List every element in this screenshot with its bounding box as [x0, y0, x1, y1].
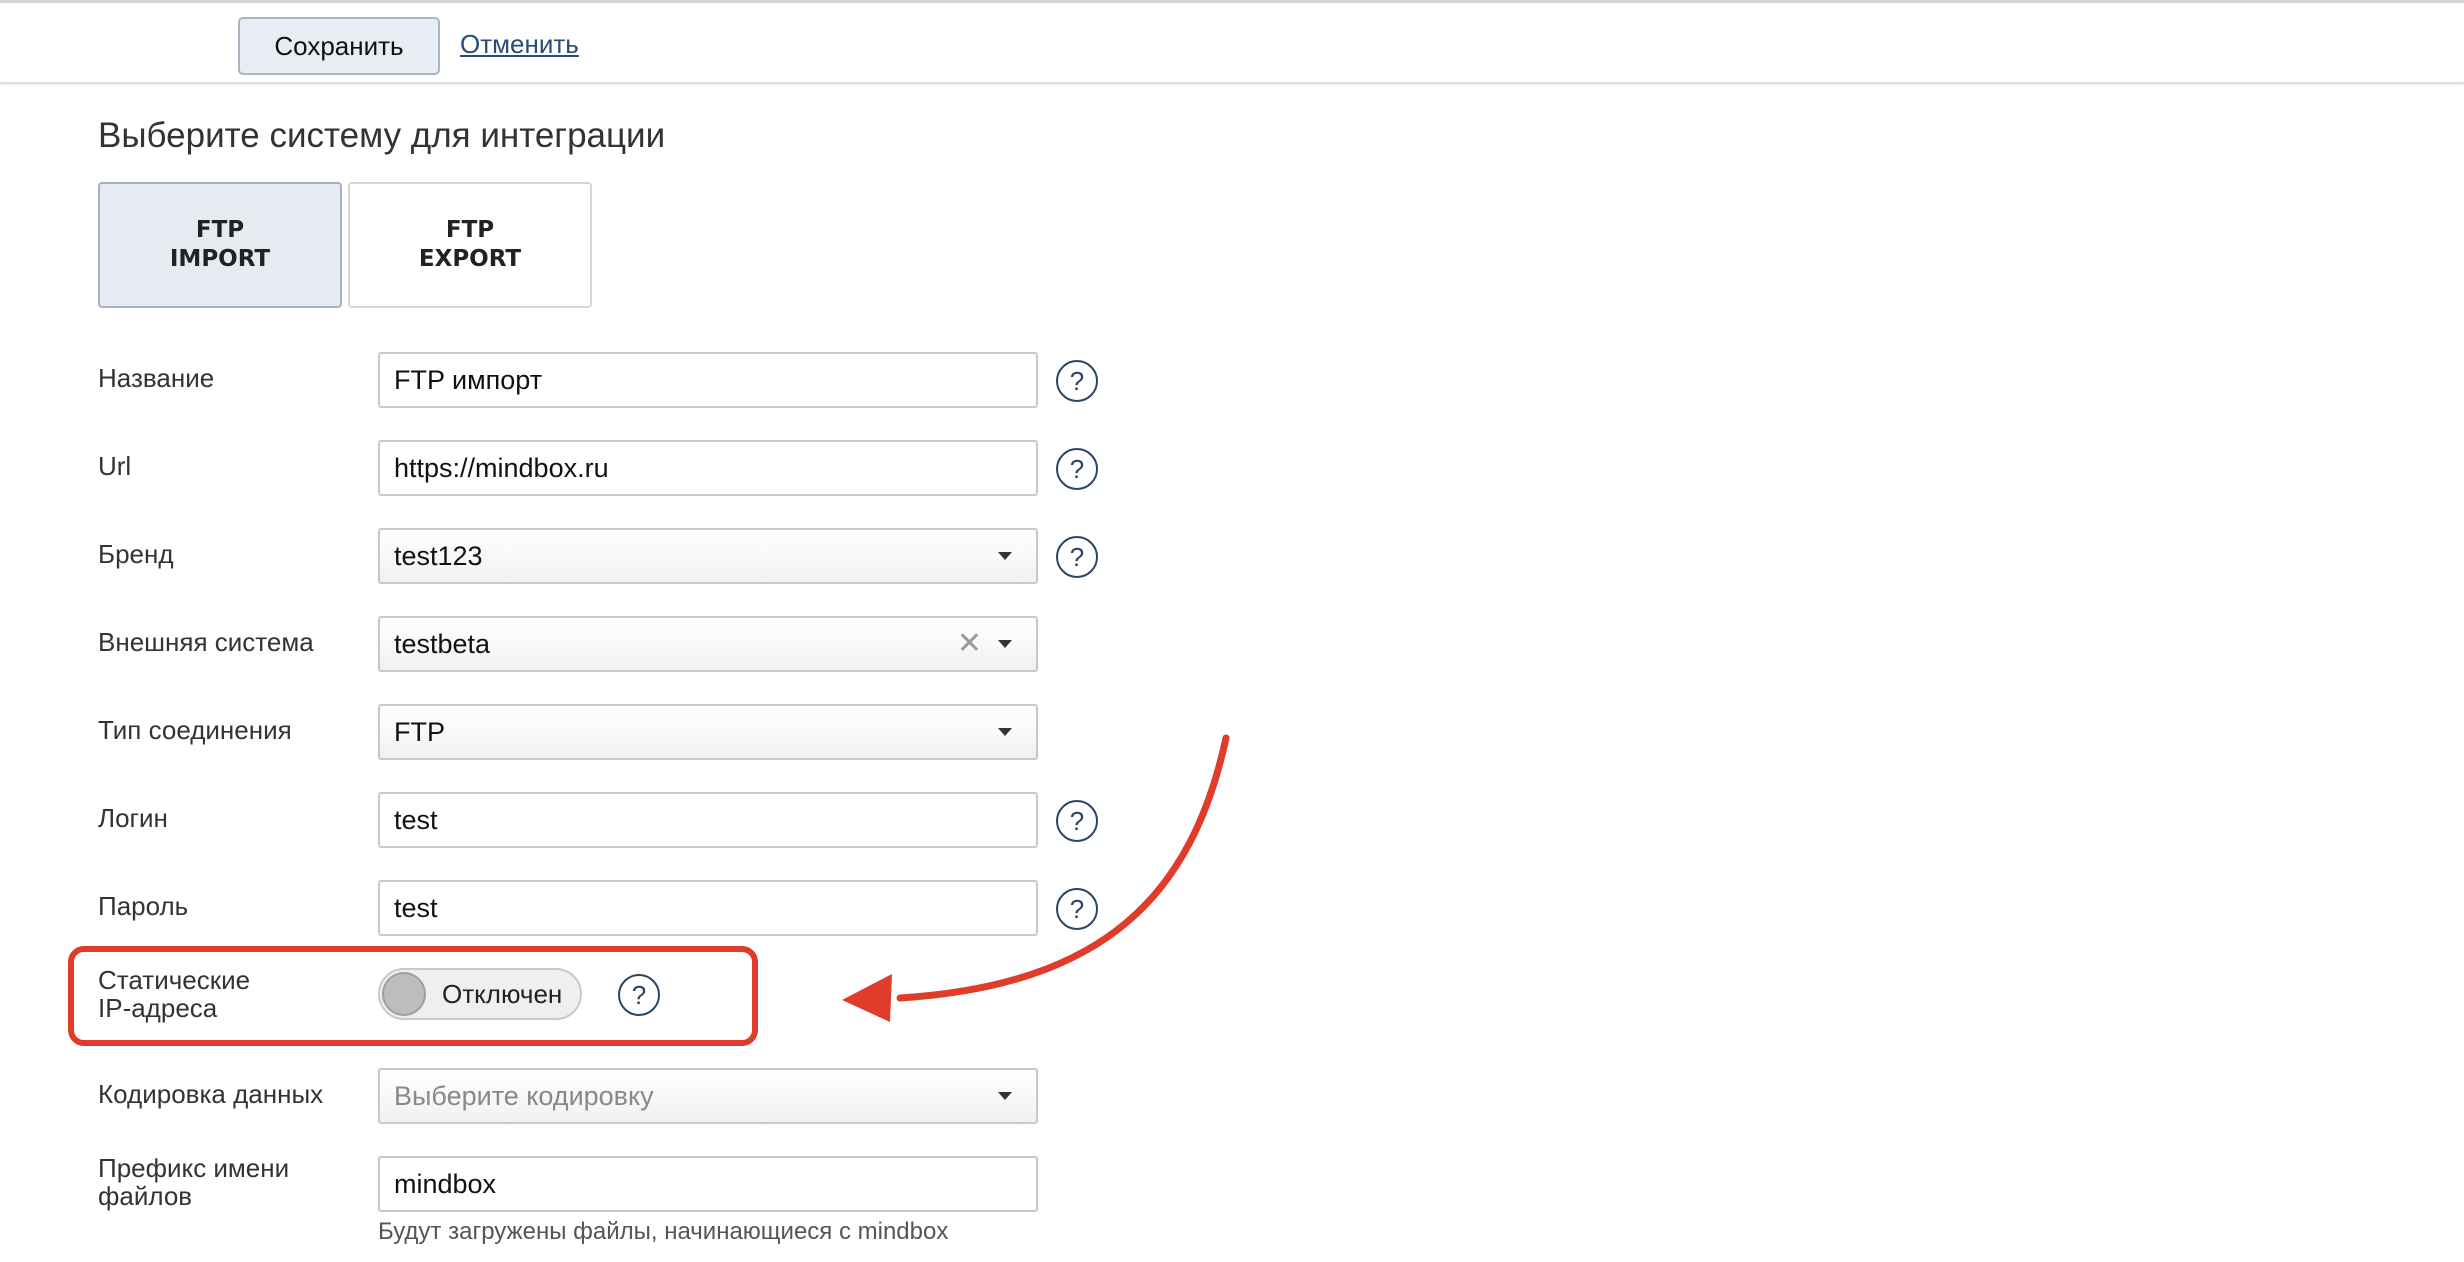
password-label: Пароль — [98, 891, 189, 921]
chevron-down-icon[interactable] — [998, 640, 1012, 648]
chevron-down-icon[interactable] — [998, 552, 1012, 560]
prefix-value: mindbox — [394, 1168, 497, 1199]
external-system-value: testbeta — [394, 628, 491, 659]
url-input[interactable]: https://mindbox.ru — [378, 440, 1038, 496]
prefix-input[interactable]: mindbox — [378, 1156, 1038, 1212]
external-system-label: Внешняя система — [98, 627, 314, 657]
url-value: https://mindbox.ru — [394, 452, 609, 483]
top-toolbar: Сохранить Отменить — [0, 0, 2464, 84]
connection-type-label: Тип соединения — [98, 715, 292, 745]
cancel-link[interactable]: Отменить — [460, 29, 579, 60]
encoding-select[interactable]: Выберите кодировку — [378, 1068, 1038, 1124]
prefix-label-line1: Префикс имени — [98, 1153, 290, 1183]
encoding-placeholder: Выберите кодировку — [394, 1080, 654, 1111]
prefix-label: Префикс имени файлов — [98, 1154, 289, 1210]
name-label: Название — [98, 363, 215, 393]
tile-ftp-import-line1: FTP — [195, 217, 245, 243]
tile-ftp-export[interactable]: FTP EXPORT — [348, 182, 592, 308]
save-button[interactable]: Сохранить — [238, 17, 440, 75]
brand-label: Бренд — [98, 539, 174, 569]
tile-ftp-import-line2: IMPORT — [169, 246, 271, 272]
prefix-hint: Будут загружены файлы, начинающиеся с mi… — [378, 1218, 949, 1245]
annotation-arrow-icon — [842, 734, 1230, 1022]
page: Сохранить Отменить Выберите систему для … — [0, 0, 2464, 1262]
tile-ftp-export-line2: EXPORT — [418, 246, 522, 272]
brand-select[interactable]: test123 — [378, 528, 1038, 584]
prefix-label-line2: файлов — [98, 1181, 193, 1211]
external-system-select[interactable]: testbeta ✕ — [378, 616, 1038, 672]
clear-icon[interactable]: ✕ — [957, 629, 982, 659]
encoding-label: Кодировка данных — [98, 1079, 324, 1109]
annotation-highlight-box — [68, 946, 758, 1046]
login-label: Логин — [98, 803, 168, 833]
url-label: Url — [98, 451, 132, 481]
brand-help-icon[interactable]: ? — [1056, 536, 1098, 578]
tile-ftp-import[interactable]: FTP IMPORT — [98, 182, 342, 308]
name-input[interactable]: FTP импорт — [378, 352, 1038, 408]
url-help-icon[interactable]: ? — [1056, 448, 1098, 490]
section-title: Выберите систему для интеграции — [98, 116, 666, 155]
tile-ftp-export-line1: FTP — [445, 217, 495, 243]
name-value: FTP импорт — [394, 364, 543, 395]
brand-value: test123 — [394, 540, 483, 571]
chevron-down-icon[interactable] — [998, 1092, 1012, 1100]
name-help-icon[interactable]: ? — [1056, 360, 1098, 402]
